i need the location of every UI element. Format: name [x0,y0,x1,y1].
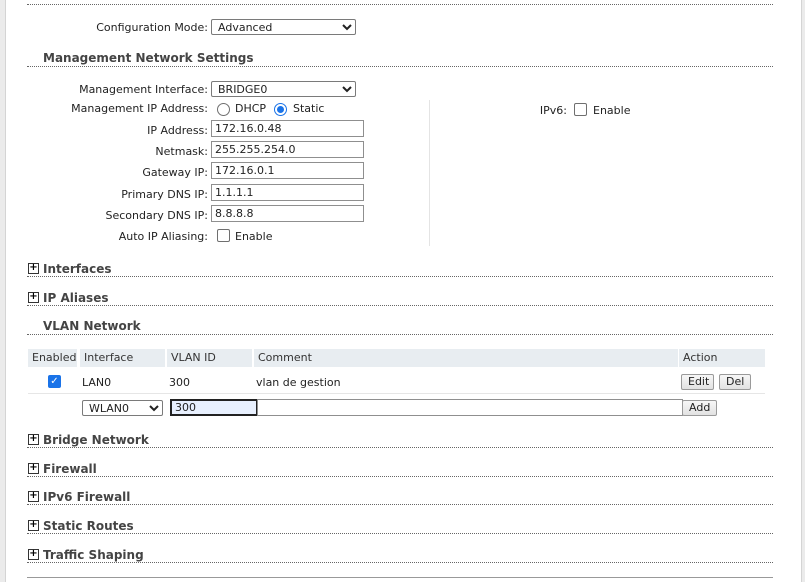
ip-aliases-expand-icon[interactable]: + [28,292,39,303]
interfaces-section-title[interactable]: Interfaces [43,262,112,276]
gateway-label: Gateway IP: [142,166,208,179]
config-mode-select[interactable]: Advanced [211,19,356,35]
firewall-section-title[interactable]: Firewall [43,462,97,476]
auto-ip-aliasing-checkbox[interactable] [217,229,230,242]
netmask-label: Netmask: [155,145,208,158]
secondary-dns-input[interactable] [211,205,364,222]
auto-ip-aliasing-enable-label: Enable [235,230,273,243]
col-header-enabled: Enabled [28,349,77,367]
row-comment: vlan de gestion [256,376,341,389]
del-button[interactable]: Del [719,374,751,390]
static-routes-expand-icon[interactable]: + [28,520,39,531]
ipv6-firewall-expand-icon[interactable]: + [28,491,39,502]
col-header-action: Action [679,349,765,367]
primary-dns-input[interactable] [211,184,364,201]
interfaces-expand-icon[interactable]: + [28,263,39,274]
traffic-shaping-section-title[interactable]: Traffic Shaping [43,548,144,562]
new-vlan-interface-select[interactable]: WLAN0 [82,400,163,416]
settings-panel: Configuration Mode: Advanced Management … [5,0,802,582]
secondary-dns-label: Secondary DNS IP: [105,209,208,222]
ip-address-label: IP Address: [147,124,208,137]
primary-dns-label: Primary DNS IP: [121,188,208,201]
firewall-divider [27,476,773,477]
mgmt-section-title: Management Network Settings [43,51,254,65]
bridge-divider [27,447,773,448]
ipv6-enable-label: Enable [593,104,631,117]
col-header-vlan-id: VLAN ID [167,349,252,367]
ipv6-firewall-section-title[interactable]: IPv6 Firewall [43,490,130,504]
top-divider [27,4,773,5]
mgmt-interface-select[interactable]: BRIDGE0 [211,81,356,97]
new-vlan-comment-input[interactable] [257,399,683,416]
row-enabled-checkbox[interactable]: ✓ [48,375,61,388]
edit-button[interactable]: Edit [681,374,714,390]
static-routes-section-title[interactable]: Static Routes [43,519,134,533]
vlan-divider [27,334,773,335]
bridge-expand-icon[interactable]: + [28,434,39,445]
row-interface: LAN0 [82,376,112,389]
traffic-shaping-expand-icon[interactable]: + [28,549,39,560]
table-row: ✓ LAN0 300 vlan de gestion Edit Del [28,369,765,394]
traffic-shaping-divider [27,562,773,563]
auto-ip-aliasing-label: Auto IP Aliasing: [118,230,208,243]
row-vlan-id: 300 [169,376,190,389]
ipv6-label: IPv6: [539,104,567,117]
col-header-interface: Interface [80,349,165,367]
column-separator [429,100,430,246]
ip-aliases-section-title[interactable]: IP Aliases [43,291,108,305]
mgmt-interface-label: Management Interface: [79,83,208,96]
new-vlan-id-input[interactable] [170,399,258,416]
vlan-section-title: VLAN Network [43,319,141,333]
dhcp-radio[interactable] [217,103,230,116]
add-button[interactable]: Add [682,400,717,416]
mgmt-ip-mode-label: Management IP Address: [71,102,208,115]
config-mode-label: Configuration Mode: [96,21,208,34]
bottom-divider [27,577,773,578]
netmask-input[interactable] [211,141,364,158]
gateway-input[interactable] [211,162,364,179]
static-radio[interactable] [274,103,287,116]
mgmt-divider [27,66,773,67]
static-label: Static [293,102,325,115]
ip-aliases-divider [27,305,773,306]
firewall-expand-icon[interactable]: + [28,463,39,474]
ipv6-firewall-divider [27,504,773,505]
ip-address-input[interactable] [211,120,364,137]
col-header-comment: Comment [254,349,678,367]
ipv6-checkbox[interactable] [574,103,587,116]
bridge-section-title[interactable]: Bridge Network [43,433,149,447]
interfaces-divider [27,276,773,277]
dhcp-label: DHCP [235,102,267,115]
static-routes-divider [27,533,773,534]
